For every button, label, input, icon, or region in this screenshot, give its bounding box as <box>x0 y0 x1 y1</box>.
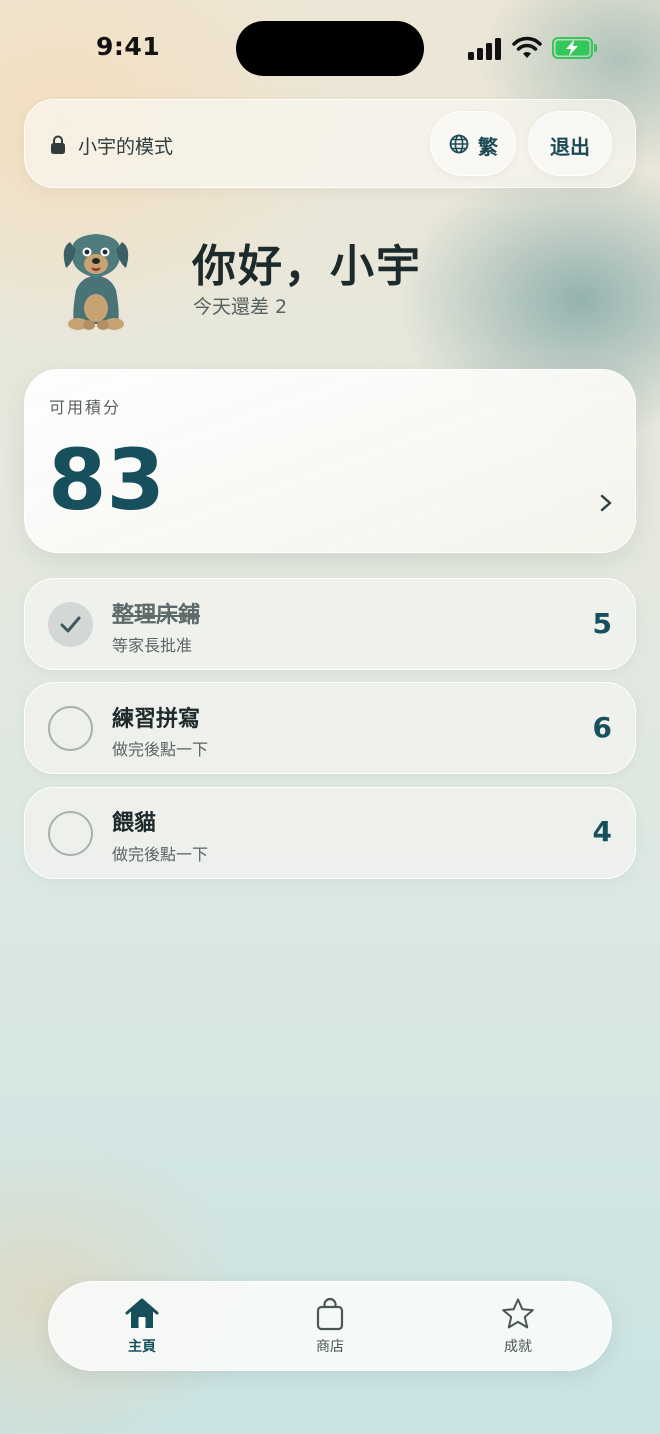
task-title: 練習拼寫 <box>112 707 201 732</box>
task-title: 餵貓 <box>112 811 157 836</box>
status-time: 9:41 <box>96 32 161 61</box>
language-button[interactable] <box>430 111 516 176</box>
logout-button-label: 退出 <box>550 135 590 159</box>
task-subtitle: 等家長批准 <box>112 636 193 655</box>
mode-label: 小宇的模式 <box>78 136 174 158</box>
language-button-label: 繁 <box>478 135 498 159</box>
task-checkbox[interactable] <box>48 811 93 856</box>
shopping-bag-icon <box>316 1297 344 1331</box>
points-label: 可用積分 <box>49 398 122 417</box>
lock-icon <box>51 135 65 154</box>
wifi-icon <box>512 36 542 58</box>
tab-shop-label: 商店 <box>316 1339 344 1355</box>
task-points: 5 <box>592 607 612 640</box>
battery-charging-icon <box>552 37 597 59</box>
task-checkbox[interactable] <box>48 602 93 647</box>
tab-home-label: 主頁 <box>128 1339 156 1355</box>
task-checkbox[interactable] <box>48 706 93 751</box>
tab-achievements-label: 成就 <box>504 1339 532 1355</box>
chevron-right-icon <box>600 494 612 512</box>
cellular-signal-icon <box>468 38 501 60</box>
status-bar: 9:41 <box>0 0 660 96</box>
globe-icon <box>449 134 469 154</box>
task-title: 整理床鋪 <box>112 603 201 628</box>
task-points: 6 <box>592 711 612 744</box>
points-value: 83 <box>48 431 165 529</box>
task-subtitle: 做完後點一下 <box>112 845 209 864</box>
task-points: 4 <box>592 815 612 848</box>
task-subtitle: 做完後點一下 <box>112 740 209 759</box>
greeting-subtitle: 今天還差 2 <box>193 296 288 318</box>
star-icon <box>502 1298 534 1329</box>
greeting-title: 你好，小宇 <box>192 241 422 292</box>
checkmark-icon <box>60 616 81 633</box>
dynamic-island <box>236 21 424 76</box>
home-icon <box>125 1298 159 1328</box>
dog-avatar <box>63 234 129 330</box>
